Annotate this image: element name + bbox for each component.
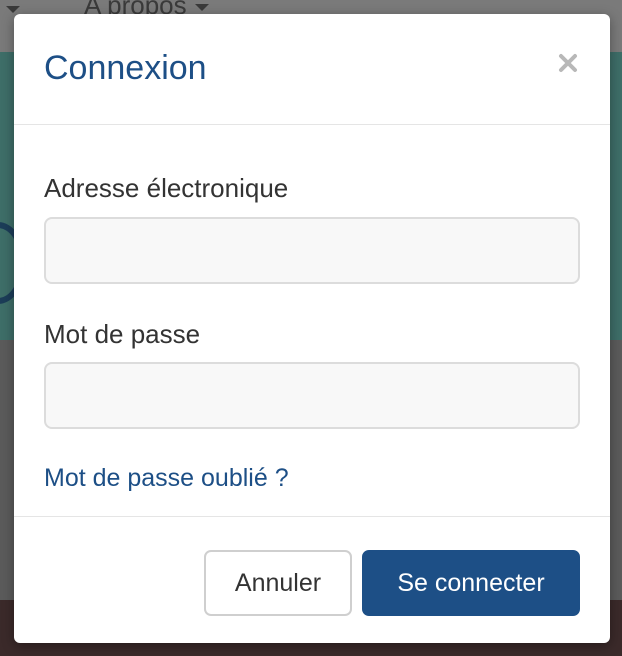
email-label: Adresse électronique xyxy=(44,173,289,203)
background-caret-icon xyxy=(6,6,20,13)
modal-footer: Annuler Se connecter xyxy=(14,516,610,643)
cancel-button[interactable]: Annuler xyxy=(204,550,352,616)
email-field[interactable] xyxy=(44,217,580,284)
forgot-password-link[interactable]: Mot de passe oublié ? xyxy=(44,464,289,493)
close-button[interactable] xyxy=(554,50,582,78)
chevron-down-icon xyxy=(194,3,209,11)
password-field[interactable] xyxy=(44,362,580,429)
login-modal: Connexion Adresse électronique Mot de pa… xyxy=(14,14,610,643)
modal-title: Connexion xyxy=(44,49,207,87)
modal-header: Connexion xyxy=(14,14,610,125)
close-icon xyxy=(559,53,577,72)
password-label: Mot de passe xyxy=(44,319,201,349)
login-button[interactable]: Se connecter xyxy=(362,550,580,616)
modal-body: Adresse électronique Mot de passe Mot de… xyxy=(14,125,610,517)
